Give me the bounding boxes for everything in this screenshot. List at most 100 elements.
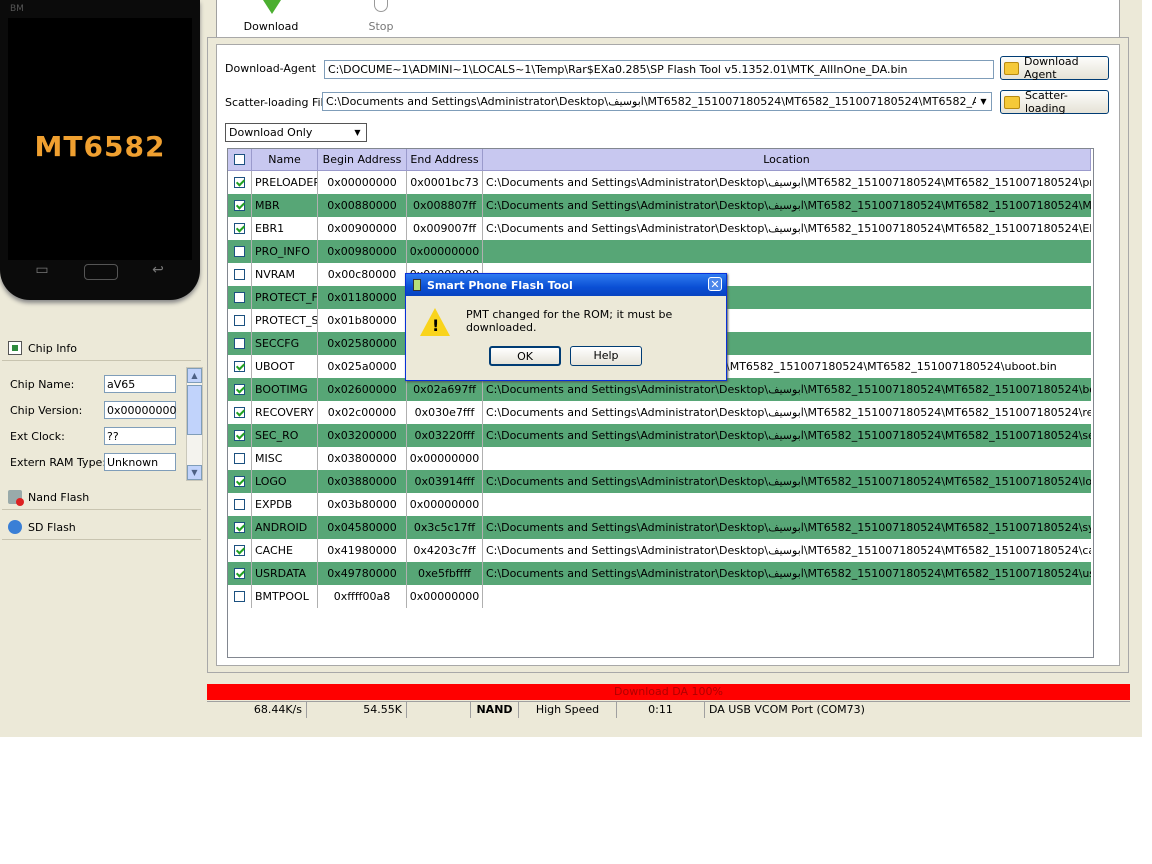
select-all-checkbox[interactable] xyxy=(234,154,245,165)
column-header-name[interactable]: Name xyxy=(252,149,318,170)
scatter-file-select[interactable]: C:\Documents and Settings\Administrator\… xyxy=(322,92,992,111)
download-mode-select[interactable]: Download Only xyxy=(225,123,367,142)
scroll-up-icon[interactable]: ▲ xyxy=(187,368,202,383)
table-row[interactable]: MBR 0x00880000 0x008807ff C:\Documents and … xyxy=(228,194,1091,217)
row-checkbox-cell[interactable] xyxy=(228,539,252,562)
scroll-thumb[interactable] xyxy=(187,385,202,435)
help-button[interactable]: Help xyxy=(570,346,642,366)
column-header-end[interactable]: End Address xyxy=(407,149,483,170)
row-checkbox[interactable] xyxy=(234,338,245,349)
row-checkbox[interactable] xyxy=(234,476,245,487)
table-row[interactable]: SEC_RO 0x03200000 0x03220fff C:\Documents a… xyxy=(228,424,1091,447)
table-row[interactable]: CACHE 0x41980000 0x4203c7ff C:\Documents an… xyxy=(228,539,1091,562)
chip-info-header[interactable]: Chip Info xyxy=(2,336,201,361)
row-checkbox[interactable] xyxy=(234,177,245,188)
row-checkbox-cell[interactable] xyxy=(228,263,252,286)
row-checkbox[interactable] xyxy=(234,522,245,533)
row-checkbox[interactable] xyxy=(234,430,245,441)
row-checkbox-cell[interactable] xyxy=(228,562,252,585)
table-row[interactable]: ANDROID 0x04580000 0x3c5c17ff C:\Documents … xyxy=(228,516,1091,539)
column-header-location[interactable]: Location xyxy=(483,149,1091,170)
file-location[interactable]: C:\Documents and Settings\Administrator\… xyxy=(483,217,1091,240)
extern-ram-field[interactable]: Unknown xyxy=(104,453,176,471)
row-checkbox[interactable] xyxy=(234,384,245,395)
ok-button[interactable]: OK xyxy=(489,346,561,366)
file-location[interactable] xyxy=(483,585,1091,608)
table-row[interactable]: BMTPOOL 0xffff00a8 0x00000000 xyxy=(228,585,1091,608)
folder-icon xyxy=(1004,95,1020,109)
close-icon[interactable]: ✕ xyxy=(708,277,722,291)
row-checkbox-cell[interactable] xyxy=(228,516,252,539)
row-checkbox[interactable] xyxy=(234,292,245,303)
table-row[interactable]: USRDATA 0x49780000 0xe5fbffff C:\Documents … xyxy=(228,562,1091,585)
stop-button[interactable]: Stop xyxy=(353,0,409,36)
file-location[interactable]: C:\Documents and Settings\Administrator\… xyxy=(483,194,1091,217)
partition-name: CACHE xyxy=(252,539,318,562)
row-checkbox[interactable] xyxy=(234,269,245,280)
download-button[interactable]: Download xyxy=(239,0,303,36)
row-checkbox[interactable] xyxy=(234,568,245,579)
file-location[interactable]: C:\Documents and Settings\Administrator\… xyxy=(483,470,1091,493)
file-location[interactable] xyxy=(483,493,1091,516)
row-checkbox[interactable] xyxy=(234,246,245,257)
row-checkbox-cell[interactable] xyxy=(228,493,252,516)
ext-clock-field[interactable]: ?? xyxy=(104,427,176,445)
row-checkbox-cell[interactable] xyxy=(228,286,252,309)
download-agent-button[interactable]: Download Agent xyxy=(1000,55,1109,81)
row-checkbox[interactable] xyxy=(234,223,245,234)
file-location[interactable]: C:\Documents and Settings\Administrator\… xyxy=(483,516,1091,539)
row-checkbox[interactable] xyxy=(234,315,245,326)
row-checkbox-cell[interactable] xyxy=(228,217,252,240)
nand-flash-header[interactable]: Nand Flash xyxy=(2,485,201,510)
row-checkbox-cell[interactable] xyxy=(228,447,252,470)
table-row[interactable]: PRO_INFO 0x00980000 0x00000000 xyxy=(228,240,1091,263)
file-location[interactable]: C:\Documents and Settings\Administrator\… xyxy=(483,378,1091,401)
file-location[interactable]: C:\Documents and Settings\Administrator\… xyxy=(483,539,1091,562)
row-checkbox[interactable] xyxy=(234,499,245,510)
table-row[interactable]: RECOVERY 0x02c00000 0x030e7fff C:\Documents… xyxy=(228,401,1091,424)
file-location[interactable]: C:\Documents and Settings\Administrator\… xyxy=(483,401,1091,424)
dialog-title: Smart Phone Flash Tool xyxy=(427,278,573,292)
table-row[interactable]: EBR1 0x00900000 0x009007ff C:\Documents and… xyxy=(228,217,1091,240)
row-checkbox[interactable] xyxy=(234,545,245,556)
scatter-dropdown-icon[interactable]: ▼ xyxy=(976,94,991,109)
row-checkbox-cell[interactable] xyxy=(228,424,252,447)
row-checkbox[interactable] xyxy=(234,407,245,418)
row-checkbox[interactable] xyxy=(234,591,245,602)
chip-info-scrollbar[interactable]: ▲ ▼ xyxy=(186,367,203,481)
dialog-titlebar[interactable]: Smart Phone Flash Tool ✕ xyxy=(406,274,726,296)
scatter-loading-button[interactable]: Scatter-loading xyxy=(1000,89,1109,115)
chip-name-field[interactable]: aV65 xyxy=(104,375,176,393)
row-checkbox[interactable] xyxy=(234,361,245,372)
file-location[interactable]: C:\Documents and Settings\Administrator\… xyxy=(483,424,1091,447)
file-location[interactable]: C:\Documents and Settings\Administrator\… xyxy=(483,562,1091,585)
table-row[interactable]: PRELOADER 0x00000000 0x0001bc73 C:\Document… xyxy=(228,171,1091,194)
download-agent-input[interactable]: C:\DOCUME~1\ADMINI~1\LOCALS~1\Temp\Rar$E… xyxy=(324,60,994,79)
table-row[interactable]: LOGO 0x03880000 0x03914fff C:\Documents and… xyxy=(228,470,1091,493)
row-checkbox-cell[interactable] xyxy=(228,355,252,378)
table-row[interactable]: BOOTIMG 0x02600000 0x02a697ff C:\Documents … xyxy=(228,378,1091,401)
table-row[interactable]: MISC 0x03800000 0x00000000 xyxy=(228,447,1091,470)
row-checkbox-cell[interactable] xyxy=(228,401,252,424)
file-location[interactable]: C:\Documents and Settings\Administrator\… xyxy=(483,171,1091,194)
row-checkbox-cell[interactable] xyxy=(228,171,252,194)
row-checkbox-cell[interactable] xyxy=(228,332,252,355)
sd-flash-header[interactable]: SD Flash xyxy=(2,515,201,540)
select-all-cell[interactable] xyxy=(228,149,252,170)
mode-dropdown-icon[interactable]: ▼ xyxy=(350,125,365,140)
download-label: Download xyxy=(243,20,299,33)
row-checkbox-cell[interactable] xyxy=(228,309,252,332)
table-row[interactable]: EXPDB 0x03b80000 0x00000000 xyxy=(228,493,1091,516)
row-checkbox[interactable] xyxy=(234,200,245,211)
row-checkbox-cell[interactable] xyxy=(228,240,252,263)
row-checkbox-cell[interactable] xyxy=(228,585,252,608)
column-header-begin[interactable]: Begin Address xyxy=(318,149,407,170)
row-checkbox-cell[interactable] xyxy=(228,194,252,217)
row-checkbox-cell[interactable] xyxy=(228,378,252,401)
row-checkbox-cell[interactable] xyxy=(228,470,252,493)
file-location[interactable] xyxy=(483,240,1091,263)
file-location[interactable] xyxy=(483,447,1091,470)
chip-version-field[interactable]: 0x00000000 xyxy=(104,401,177,419)
scroll-down-icon[interactable]: ▼ xyxy=(187,465,202,480)
row-checkbox[interactable] xyxy=(234,453,245,464)
